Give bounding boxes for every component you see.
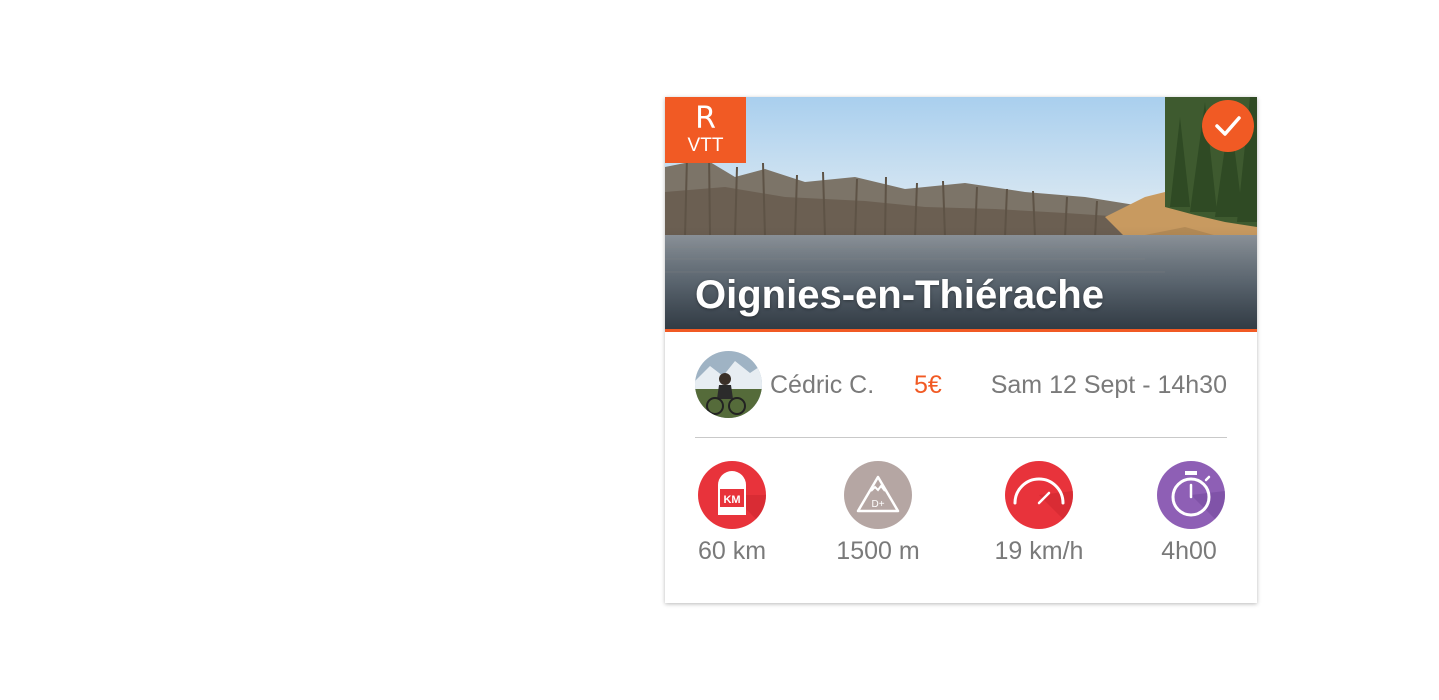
- ride-card[interactable]: R VTT Oignies-en-Thiérache Cédric C. 5€ …: [665, 97, 1257, 603]
- stat-distance: KM 60 km: [695, 461, 769, 566]
- km-icon: KM: [698, 461, 766, 529]
- duration-value: 4h00: [1161, 537, 1217, 565]
- organizer-name[interactable]: Cédric C.: [770, 371, 874, 400]
- category-letter: R: [695, 101, 716, 136]
- ride-date: Sam 12 Sept - 14h30: [990, 371, 1227, 399]
- stat-elevation: D+ 1500 m: [833, 461, 923, 566]
- elevation-icon: D+: [844, 461, 912, 529]
- ride-price: 5€: [914, 371, 942, 399]
- ride-info-row: Cédric C. 5€ Sam 12 Sept - 14h30: [695, 351, 1227, 418]
- elevation-value: 1500 m: [836, 537, 920, 565]
- svg-text:KM: KM: [723, 494, 740, 506]
- stat-speed: 19 km/h: [988, 461, 1090, 566]
- checkmark-icon: [1215, 116, 1241, 136]
- speed-value: 19 km/h: [994, 537, 1084, 565]
- divider: [695, 437, 1227, 438]
- hero-image: R VTT Oignies-en-Thiérache: [665, 97, 1257, 332]
- stat-duration: 4h00: [1157, 461, 1225, 566]
- organizer-avatar[interactable]: [695, 351, 762, 418]
- speed-icon: [1005, 461, 1073, 529]
- registered-check-button[interactable]: [1202, 100, 1254, 152]
- svg-text:D+: D+: [871, 499, 884, 510]
- ride-category-badge: R VTT: [665, 97, 746, 163]
- stopwatch-icon: [1157, 461, 1225, 529]
- distance-value: 60 km: [697, 537, 767, 565]
- ride-title: Oignies-en-Thiérache: [695, 273, 1104, 317]
- category-type: VTT: [687, 135, 724, 156]
